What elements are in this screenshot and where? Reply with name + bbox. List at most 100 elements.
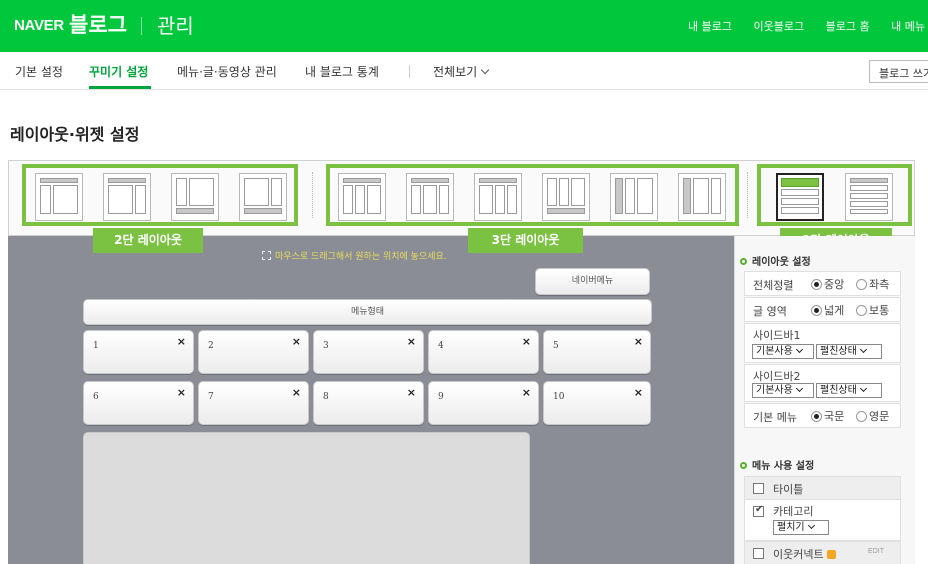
layout-option-3col-1[interactable] xyxy=(338,173,386,221)
sidebar2-use-select[interactable]: 기본사용 xyxy=(752,383,814,398)
edit-link[interactable]: EDIT xyxy=(868,548,884,555)
link-my-blog[interactable]: 내 블로그 xyxy=(688,20,732,33)
thumb-block xyxy=(683,178,691,214)
radio-icon xyxy=(856,305,867,316)
thumb-block xyxy=(781,189,819,196)
thumb-block xyxy=(176,208,214,214)
widget-slot[interactable]: 8 × xyxy=(313,381,424,425)
naver-logo[interactable]: NAVER xyxy=(14,17,64,34)
header-divider xyxy=(141,17,142,35)
tab-basic-settings[interactable]: 기본 설정 xyxy=(15,63,63,80)
text-normal-option[interactable]: 보통 xyxy=(856,302,889,318)
radio-icon xyxy=(811,411,822,422)
widget-slot[interactable]: 3 × xyxy=(313,330,424,374)
drag-icon xyxy=(262,251,271,260)
neighbor-connect-checkbox[interactable] xyxy=(753,547,764,560)
widget-slot[interactable]: 6 × xyxy=(83,381,194,425)
layout-option-2col-2[interactable] xyxy=(103,173,151,221)
close-icon[interactable]: × xyxy=(634,335,643,348)
align-left-option[interactable]: 좌측 xyxy=(856,276,889,292)
thumb-block xyxy=(244,208,282,214)
sidebar2-state-select[interactable]: 펼친상태 xyxy=(816,383,882,398)
close-icon[interactable]: × xyxy=(522,386,531,399)
menu-korean-option[interactable]: 국문 xyxy=(811,408,844,424)
slot-number: 1 xyxy=(93,341,99,351)
sidebar1-state-select[interactable]: 펼친상태 xyxy=(816,344,882,359)
menu-item-title: 타이틀 xyxy=(744,476,901,500)
close-icon[interactable]: × xyxy=(407,386,416,399)
layout-option-3col-6[interactable] xyxy=(678,173,726,221)
chevron-down-icon xyxy=(807,521,815,530)
layout-option-2col-3[interactable] xyxy=(171,173,219,221)
align-center-option[interactable]: 중앙 xyxy=(811,276,844,292)
layout-option-3col-4[interactable] xyxy=(542,173,590,221)
chevron-down-icon xyxy=(795,345,803,354)
layout-option-2col-4[interactable] xyxy=(239,173,287,221)
align-label: 전체정렬 xyxy=(753,279,794,292)
tab-decorate-settings[interactable]: 꾸미기 설정 xyxy=(89,63,148,80)
top-bar: NAVER 블로그 관리 내 블로그 이웃블로그 블로그 홈 내 메뉴 xyxy=(0,0,928,52)
thumb-block xyxy=(40,185,51,214)
layout-option-3col-5[interactable] xyxy=(610,173,658,221)
tab-blog-stats[interactable]: 내 블로그 통계 xyxy=(305,63,379,80)
category-expand-value: 펼치기 xyxy=(777,522,805,533)
layout-option-3col-3[interactable] xyxy=(474,173,522,221)
category-expand-select[interactable]: 펼치기 xyxy=(773,520,829,535)
widget-slot[interactable]: 7 × xyxy=(198,381,309,425)
widget-slot[interactable]: 5 × xyxy=(543,330,651,374)
close-icon[interactable]: × xyxy=(634,386,643,399)
sidebar1-state-value: 펼친상태 xyxy=(820,346,857,357)
radio-icon xyxy=(856,411,867,422)
widget-slot[interactable]: 9 × xyxy=(428,381,539,425)
link-blog-home[interactable]: 블로그 홈 xyxy=(826,20,870,33)
chevron-down-icon xyxy=(795,384,803,393)
category-checkbox[interactable] xyxy=(753,504,764,518)
menu-english-option[interactable]: 영문 xyxy=(856,408,889,424)
radio-icon xyxy=(811,305,822,316)
tab-content-management[interactable]: 메뉴·글·동영상 관리 xyxy=(177,63,277,80)
title-checkbox[interactable] xyxy=(753,482,764,495)
close-icon[interactable]: × xyxy=(522,335,531,348)
text-wide-option[interactable]: 넓게 xyxy=(811,302,844,318)
naver-menu-widget[interactable]: 네이버메뉴 xyxy=(535,268,650,295)
close-icon[interactable]: × xyxy=(177,386,186,399)
post-content-area[interactable] xyxy=(83,432,530,564)
active-tab-underline xyxy=(89,86,151,89)
group-divider xyxy=(312,172,313,218)
thumb-block xyxy=(850,193,888,199)
sidebar1-use-value: 기본사용 xyxy=(756,346,793,357)
layout-option-1col-2[interactable] xyxy=(845,173,893,221)
chevron-down-icon xyxy=(859,345,867,354)
thumb-block xyxy=(176,178,187,206)
blog-brand[interactable]: 블로그 xyxy=(69,9,127,39)
layout-option-3col-2[interactable] xyxy=(406,173,454,221)
menu-item-category: 카테고리 펼치기 xyxy=(744,500,901,541)
widget-slot[interactable]: 4 × xyxy=(428,330,539,374)
link-my-menu[interactable]: 내 메뉴 xyxy=(891,20,925,33)
layout-option-2col-1[interactable] xyxy=(35,173,83,221)
checkbox-icon xyxy=(753,483,764,494)
layout-option-1col-1[interactable] xyxy=(776,173,824,221)
close-icon[interactable]: × xyxy=(407,335,416,348)
radio-icon xyxy=(856,279,867,290)
widget-slot[interactable]: 2 × xyxy=(198,330,309,374)
sidebar1-use-select[interactable]: 기본사용 xyxy=(752,344,814,359)
link-neighbor-blog[interactable]: 이웃블로그 xyxy=(753,20,804,33)
title-label: 타이틀 xyxy=(773,483,804,496)
write-blog-button[interactable]: 블로그 쓰기 xyxy=(869,60,928,83)
close-icon[interactable]: × xyxy=(292,386,301,399)
slot-number: 6 xyxy=(93,392,99,402)
close-icon[interactable]: × xyxy=(177,335,186,348)
slot-number: 2 xyxy=(208,341,214,351)
view-all-dropdown[interactable]: 전체보기 xyxy=(433,63,490,80)
close-icon[interactable]: × xyxy=(292,335,301,348)
menu-bar-widget[interactable]: 메뉴형태 xyxy=(83,299,652,325)
layout-settings-title: 레이아웃 설정 xyxy=(740,253,811,268)
widget-slot[interactable]: 1 × xyxy=(83,330,194,374)
thumb-block xyxy=(479,185,493,214)
header-subtitle: 관리 xyxy=(157,14,194,38)
text-normal-label: 보통 xyxy=(869,304,890,317)
base-menu-label: 기본 메뉴 xyxy=(753,411,797,424)
thumb-block xyxy=(781,178,819,187)
widget-slot[interactable]: 10 × xyxy=(543,381,651,425)
